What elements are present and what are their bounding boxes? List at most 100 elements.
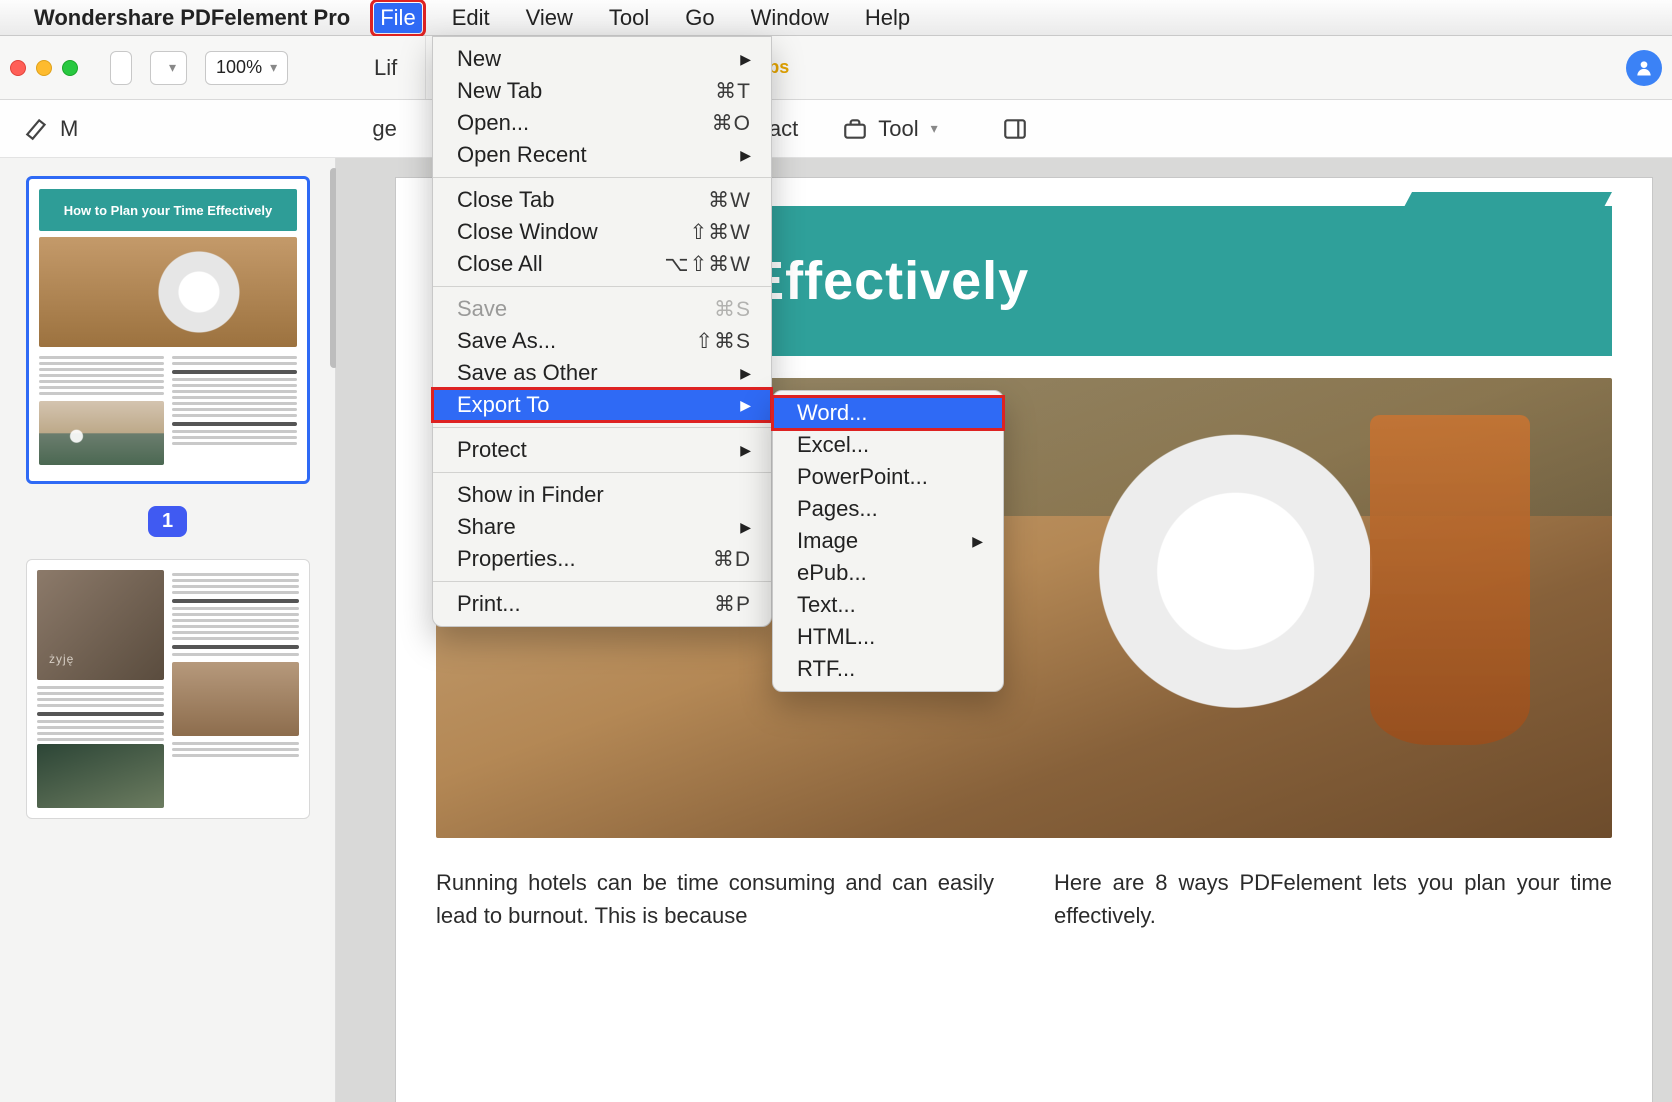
tab-doc-1[interactable]: Lif: [346, 36, 426, 99]
zoom-window-icon[interactable]: [62, 60, 78, 76]
menu-item-label: Word...: [797, 400, 868, 426]
file-menu-item-export-to[interactable]: Export To▶: [433, 389, 771, 421]
file-menu-item-open-recent[interactable]: Open Recent▶: [433, 139, 771, 171]
menu-item-label: Share: [457, 514, 516, 540]
menu-separator: [433, 581, 771, 582]
menu-shortcut: ⇧⌘S: [695, 329, 751, 354]
highlighter-icon: [24, 116, 50, 142]
export-item-html[interactable]: HTML...: [773, 621, 1003, 653]
sidebar-toggle-button[interactable]: ▾: [150, 51, 187, 85]
menu-item-label: Image: [797, 528, 858, 554]
file-menu-item-save: Save ⌘S: [433, 293, 771, 325]
submenu-arrow-icon: ▶: [740, 442, 751, 459]
menu-item-label: Close All: [457, 251, 543, 277]
tool-ribbon: M ge Link Form Redact Tool ▾: [0, 100, 1672, 158]
page-thumbnail-2[interactable]: [26, 559, 310, 819]
menu-shortcut: ⌘P: [714, 592, 751, 617]
export-item-word[interactable]: Word...: [773, 397, 1003, 429]
menu-item-label: Open Recent: [457, 142, 587, 168]
menu-item-label: Pages...: [797, 496, 878, 522]
menu-item-label: Print...: [457, 591, 521, 617]
menu-shortcut: ⇧⌘W: [690, 220, 751, 245]
menu-item-label: Save As...: [457, 328, 556, 354]
file-menu-item-close-all[interactable]: Close All⌥⇧⌘W: [433, 248, 771, 280]
menu-shortcut: ⌘T: [715, 79, 751, 104]
menu-separator: [433, 286, 771, 287]
menu-item-label: PowerPoint...: [797, 464, 928, 490]
menu-item-label: Save: [457, 296, 507, 322]
minimize-window-icon[interactable]: [36, 60, 52, 76]
menu-item-label: Protect: [457, 437, 527, 463]
tool-label: ge: [372, 116, 396, 142]
menu-shortcut: ⌘D: [713, 547, 751, 572]
menu-item-label: Open...: [457, 110, 529, 136]
menubar-edit[interactable]: Edit: [446, 3, 496, 33]
thumbnail-sidebar[interactable]: How to Plan your Time Effectively 1: [0, 158, 336, 1102]
menu-item-label: Excel...: [797, 432, 869, 458]
export-item-powerpoint[interactable]: PowerPoint...: [773, 461, 1003, 493]
export-item-rtf[interactable]: RTF...: [773, 653, 1003, 685]
submenu-arrow-icon: ▶: [740, 51, 751, 68]
tab-label: Lif: [374, 55, 397, 81]
thumb-image: [37, 570, 164, 680]
file-menu-item-new-tab[interactable]: New Tab⌘T: [433, 75, 771, 107]
file-menu-item-open[interactable]: Open...⌘O: [433, 107, 771, 139]
menubar-go[interactable]: Go: [679, 3, 720, 33]
file-menu-item-properties[interactable]: Properties... ⌘D: [433, 543, 771, 575]
zoom-value: 100%: [216, 57, 262, 78]
chevron-down-icon: ▾: [931, 120, 938, 137]
close-window-icon[interactable]: [10, 60, 26, 76]
page-thumbnail-1[interactable]: How to Plan your Time Effectively: [26, 176, 310, 484]
menubar-window[interactable]: Window: [745, 3, 835, 33]
thumbnail-view-button[interactable]: [110, 51, 132, 85]
file-menu-item-close-tab[interactable]: Close Tab⌘W: [433, 184, 771, 216]
file-menu-item-new[interactable]: New ▶: [433, 43, 771, 75]
panel-toggle[interactable]: [1002, 116, 1028, 142]
file-menu-item-close-window[interactable]: Close Window⇧⌘W: [433, 216, 771, 248]
file-menu-item-share[interactable]: Share▶: [433, 511, 771, 543]
menubar-tool[interactable]: Tool: [603, 3, 655, 33]
submenu-arrow-icon: ▶: [740, 365, 751, 382]
zoom-select[interactable]: 100% ▾: [205, 51, 288, 85]
export-item-pages[interactable]: Pages...: [773, 493, 1003, 525]
menubar-view[interactable]: View: [520, 3, 579, 33]
page-tool-partial[interactable]: ge: [372, 116, 396, 142]
app-name: Wondershare PDFelement Pro: [34, 5, 350, 31]
markup-tool[interactable]: M: [24, 116, 78, 142]
menu-item-label: ePub...: [797, 560, 867, 586]
file-menu-item-print[interactable]: Print... ⌘P: [433, 588, 771, 620]
toolbox-icon: [842, 116, 868, 142]
export-item-epub[interactable]: ePub...: [773, 557, 1003, 589]
menu-item-label: New: [457, 46, 501, 72]
file-menu-item-show-in-finder[interactable]: Show in Finder: [433, 479, 771, 511]
menu-separator: [433, 177, 771, 178]
menu-shortcut: ⌘W: [708, 188, 751, 213]
tool-menu[interactable]: Tool ▾: [842, 116, 937, 142]
thumb-image: [172, 662, 299, 736]
export-item-image[interactable]: Image▶: [773, 525, 1003, 557]
doc-column-2: Here are 8 ways PDFelement lets you plan…: [1054, 866, 1612, 932]
thumb-side-image: [39, 401, 164, 465]
menu-item-label: Properties...: [457, 546, 576, 572]
export-item-text[interactable]: Text...: [773, 589, 1003, 621]
file-menu[interactable]: New▶New Tab⌘TOpen...⌘OOpen Recent▶Close …: [432, 36, 772, 627]
menu-item-label: Show in Finder: [457, 482, 604, 508]
menu-item-label: Export To: [457, 392, 550, 418]
menu-shortcut: ⌘S: [714, 297, 751, 322]
tool-label: Tool: [878, 116, 918, 142]
file-menu-item-protect[interactable]: Protect ▶: [433, 434, 771, 466]
user-icon: [1634, 58, 1654, 78]
export-to-submenu[interactable]: Word... Excel... PowerPoint... Pages... Imag…: [772, 390, 1004, 692]
menu-item-label: Text...: [797, 592, 856, 618]
window-controls: [10, 60, 78, 76]
file-menu-item-save-as-other[interactable]: Save as Other▶: [433, 357, 771, 389]
menubar-file[interactable]: File: [374, 3, 421, 33]
export-item-excel[interactable]: Excel...: [773, 429, 1003, 461]
menubar-help[interactable]: Help: [859, 3, 916, 33]
file-menu-item-save-as[interactable]: Save As... ⇧⌘S: [433, 325, 771, 357]
window-toolbar: ▾ 100% ▾ Lif time plan ＋ 💡 Tips: [0, 36, 1672, 100]
page-number-badge: 1: [148, 506, 187, 537]
thumb-hero-image: [39, 237, 297, 347]
doc-column-1: Running hotels can be time consuming and…: [436, 866, 994, 932]
account-avatar[interactable]: [1626, 50, 1662, 86]
